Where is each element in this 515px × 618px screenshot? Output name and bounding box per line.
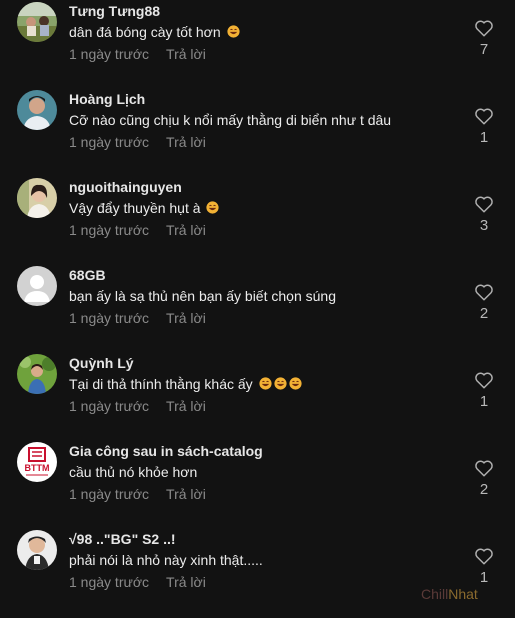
emoji-icon	[225, 24, 240, 40]
comment-username[interactable]: √98 .."BG" S2 ..!	[69, 531, 176, 547]
comment-time: 1 ngày trước	[69, 46, 150, 62]
reply-button[interactable]: Trả lời	[166, 46, 206, 62]
comment-item: Quỳnh Lý Tại di thả thính thằng khác ấy 1…	[0, 354, 515, 442]
comment-text-content: phải nói là nhỏ này xinh thật.....	[69, 552, 263, 568]
watermark-part1: Chill	[421, 586, 449, 602]
comment-username[interactable]: Hoàng Lịch	[69, 91, 145, 107]
comment-text-content: dân đá bóng cày tốt hơn	[69, 24, 221, 40]
comment-username[interactable]: Gia công sau in sách-catalog	[69, 443, 263, 459]
heart-outline-icon[interactable]	[474, 459, 494, 477]
comment-time: 1 ngày trước	[69, 134, 150, 150]
comment-item: nguoithainguyen Vậy đẩy thuyền hụt à 1 ng…	[0, 178, 515, 266]
heart-outline-icon[interactable]	[474, 107, 494, 125]
like-count: 7	[479, 41, 489, 58]
avatar[interactable]	[17, 2, 57, 42]
comment-text: Vậy đẩy thuyền hụt à	[69, 200, 220, 216]
comment-text: Tại di thả thính thằng khác ấy	[69, 376, 302, 392]
heart-outline-icon[interactable]	[474, 283, 494, 301]
comment-text: cầu thủ nó khỏe hơn	[69, 464, 197, 480]
comment-username[interactable]: nguoithainguyen	[69, 179, 182, 195]
comment-meta: 1 ngày trước Trả lời	[69, 134, 206, 150]
comment-username[interactable]: Tưng Tưng88	[69, 3, 160, 19]
comment-text: Cỡ nào cũng chịu k nổi mấy thằng di biển…	[69, 112, 391, 128]
avatar[interactable]	[17, 90, 57, 130]
reply-button[interactable]: Trả lời	[166, 222, 206, 238]
comment-time: 1 ngày trước	[69, 486, 150, 502]
emoji-icon	[287, 376, 302, 392]
avatar[interactable]	[17, 266, 57, 306]
comment-meta: 1 ngày trước Trả lời	[69, 46, 206, 62]
comment-meta: 1 ngày trước Trả lời	[69, 222, 206, 238]
comment-username[interactable]: 68GB	[69, 267, 106, 283]
emoji-icon	[204, 200, 220, 216]
avatar-logo-text: BTTM	[25, 463, 50, 473]
heart-outline-icon[interactable]	[474, 195, 494, 213]
comment-time: 1 ngày trước	[69, 310, 150, 326]
heart-outline-icon[interactable]	[474, 547, 494, 565]
avatar[interactable]: BTTM	[17, 442, 57, 482]
watermark-part2: Nhat	[448, 586, 478, 602]
like-count: 2	[479, 481, 489, 498]
like-count: 1	[479, 393, 489, 410]
comment-text: dân đá bóng cày tốt hơn	[69, 24, 240, 40]
comment-username[interactable]: Quỳnh Lý	[69, 355, 134, 371]
comment-meta: 1 ngày trước Trả lời	[69, 398, 206, 414]
avatar[interactable]	[17, 178, 57, 218]
like-count: 2	[479, 305, 489, 322]
reply-button[interactable]: Trả lời	[166, 486, 206, 502]
like-count: 1	[479, 129, 489, 146]
comment-text: phải nói là nhỏ này xinh thật.....	[69, 552, 263, 568]
comment-text-content: Vậy đẩy thuyền hụt à	[69, 200, 201, 216]
comment-time: 1 ngày trước	[69, 398, 150, 414]
emoji-icon	[272, 376, 287, 392]
comment-text-content: Tại di thả thính thằng khác ấy	[69, 376, 253, 392]
heart-outline-icon[interactable]	[474, 19, 494, 37]
comment-item: 68GB bạn ấy là sạ thủ nên bạn ấy biết chọ…	[0, 266, 515, 354]
reply-button[interactable]: Trả lời	[166, 134, 206, 150]
comment-item: Hoàng Lịch Cỡ nào cũng chịu k nổi mấy thằ…	[0, 90, 515, 178]
comment-item: √98 .."BG" S2 ..! phải nói là nhỏ này xin…	[0, 530, 515, 618]
comment-time: 1 ngày trước	[69, 222, 150, 238]
emoji-icon	[257, 376, 272, 392]
avatar[interactable]	[17, 354, 57, 394]
comment-text-content: Cỡ nào cũng chịu k nổi mấy thằng di biển…	[69, 112, 392, 128]
heart-outline-icon[interactable]	[474, 371, 494, 389]
reply-button[interactable]: Trả lời	[166, 310, 206, 326]
comment-meta: 1 ngày trước Trả lời	[69, 486, 206, 502]
avatar[interactable]	[17, 530, 57, 570]
comment-text-content: cầu thủ nó khỏe hơn	[69, 464, 198, 480]
comment-text-content: bạn ấy là sạ thủ nên bạn ấy biết chọn sú…	[69, 288, 336, 304]
comment-time: 1 ngày trước	[69, 574, 150, 590]
comment-text: bạn ấy là sạ thủ nên bạn ấy biết chọn sú…	[69, 288, 336, 304]
watermark: ChillNhat	[421, 586, 478, 602]
comment-meta: 1 ngày trước Trả lời	[69, 310, 206, 326]
reply-button[interactable]: Trả lời	[166, 398, 206, 414]
reply-button[interactable]: Trả lời	[166, 574, 206, 590]
like-count: 1	[479, 569, 489, 586]
comment-item: BTTM Gia công sau in sách-catalog cầu thủ …	[0, 442, 515, 530]
comment-meta: 1 ngày trước Trả lời	[69, 574, 206, 590]
like-count: 3	[479, 217, 489, 234]
comment-item: Tưng Tưng88 dân đá bóng cày tốt hơn 1 ngà…	[0, 2, 515, 90]
